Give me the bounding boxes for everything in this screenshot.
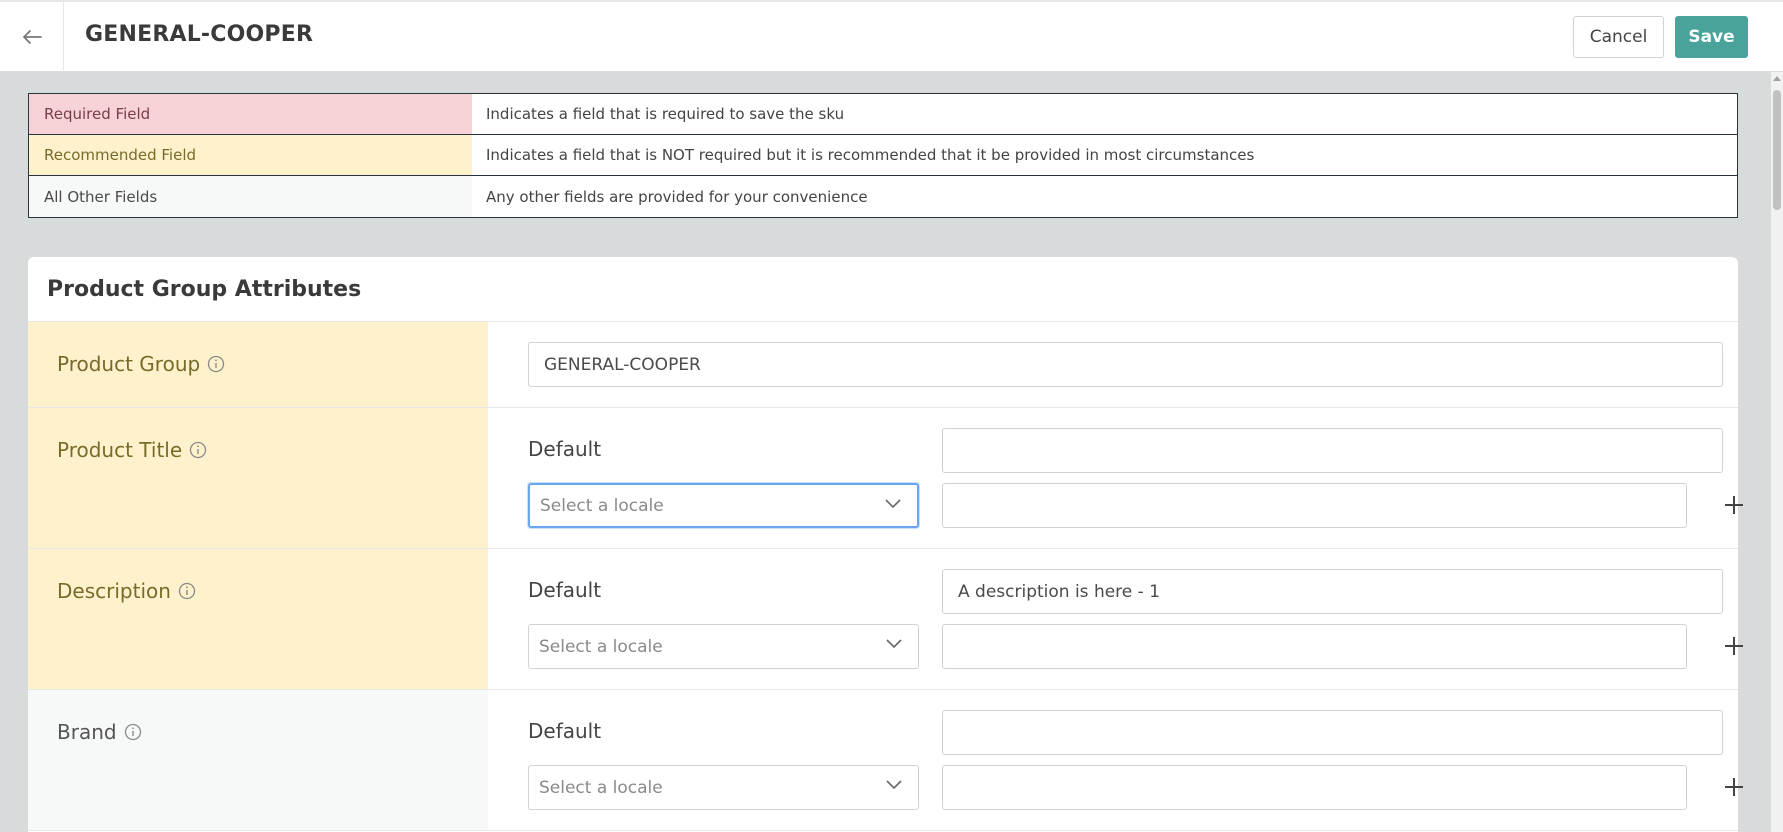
default-label: Default	[528, 437, 602, 461]
card-title: Product Group Attributes	[28, 257, 1738, 322]
top-bar: GENERAL-COOPER Cancel Save	[0, 0, 1783, 72]
legend-key-required: Required Field	[29, 94, 472, 134]
plus-icon[interactable]	[1722, 775, 1746, 799]
save-button[interactable]: Save	[1675, 16, 1748, 58]
plus-icon[interactable]	[1722, 493, 1746, 517]
default-label: Default	[528, 578, 602, 602]
legend-key-other: All Other Fields	[29, 176, 472, 217]
field-row-product-title: Product Title Default Select a locale	[28, 408, 1743, 549]
field-label-text: Product Title	[57, 438, 183, 462]
back-button[interactable]	[0, 2, 64, 72]
field-label-text: Brand	[57, 720, 117, 744]
scroll-up-arrow-icon[interactable]	[1773, 76, 1781, 81]
locale-select-placeholder: Select a locale	[540, 495, 664, 516]
locale-select-placeholder: Select a locale	[539, 777, 663, 798]
field-label-description: Description	[28, 549, 488, 689]
info-icon[interactable]	[207, 355, 225, 373]
page-scrollbar[interactable]	[1771, 72, 1783, 832]
page-title: GENERAL-COOPER	[85, 22, 314, 47]
brand-locale-select[interactable]: Select a locale	[528, 765, 919, 810]
plus-icon[interactable]	[1722, 634, 1746, 658]
legend-desc-recommended: Indicates a field that is NOT required b…	[486, 146, 1255, 164]
chevron-down-icon	[886, 780, 902, 790]
info-icon[interactable]	[178, 582, 196, 600]
legend-row-other: All Other Fields Any other fields are pr…	[29, 176, 1737, 217]
legend-key-recommended: Recommended Field	[29, 135, 472, 175]
field-legend-table: Required Field Indicates a field that is…	[28, 93, 1738, 218]
chevron-down-icon	[885, 499, 901, 509]
product-title-locale-input[interactable]	[942, 483, 1687, 528]
product-title-default-input[interactable]	[942, 428, 1723, 473]
product-group-attributes-card: Product Group Attributes Product Group P…	[28, 257, 1743, 832]
description-locale-input[interactable]	[942, 624, 1687, 669]
field-row-description: Description Default Select a locale	[28, 549, 1743, 690]
info-icon[interactable]	[189, 441, 207, 459]
field-row-product-group: Product Group	[28, 322, 1738, 408]
chevron-down-icon	[886, 639, 902, 649]
cancel-button[interactable]: Cancel	[1573, 16, 1664, 58]
description-default-input[interactable]	[942, 569, 1723, 614]
default-label: Default	[528, 719, 602, 743]
legend-desc-other: Any other fields are provided for your c…	[486, 187, 868, 206]
legend-desc-required: Indicates a field that is required to sa…	[486, 105, 845, 123]
info-icon[interactable]	[124, 723, 142, 741]
field-label-text: Description	[57, 579, 171, 603]
legend-row-recommended: Recommended Field Indicates a field that…	[29, 135, 1737, 176]
field-row-brand: Brand Default Select a locale	[28, 690, 1743, 831]
field-label-product-title: Product Title	[28, 408, 488, 548]
field-label-text: Product Group	[57, 352, 201, 376]
description-locale-select[interactable]: Select a locale	[528, 624, 919, 669]
field-label-product-group: Product Group	[28, 322, 488, 407]
legend-row-required: Required Field Indicates a field that is…	[29, 94, 1737, 135]
brand-default-input[interactable]	[942, 710, 1723, 755]
brand-locale-input[interactable]	[942, 765, 1687, 810]
product-group-input[interactable]	[528, 342, 1723, 387]
arrow-left-icon	[22, 30, 42, 44]
field-label-brand: Brand	[28, 690, 488, 830]
product-title-locale-select[interactable]: Select a locale	[528, 483, 919, 528]
locale-select-placeholder: Select a locale	[539, 636, 663, 657]
scroll-thumb[interactable]	[1773, 90, 1781, 210]
